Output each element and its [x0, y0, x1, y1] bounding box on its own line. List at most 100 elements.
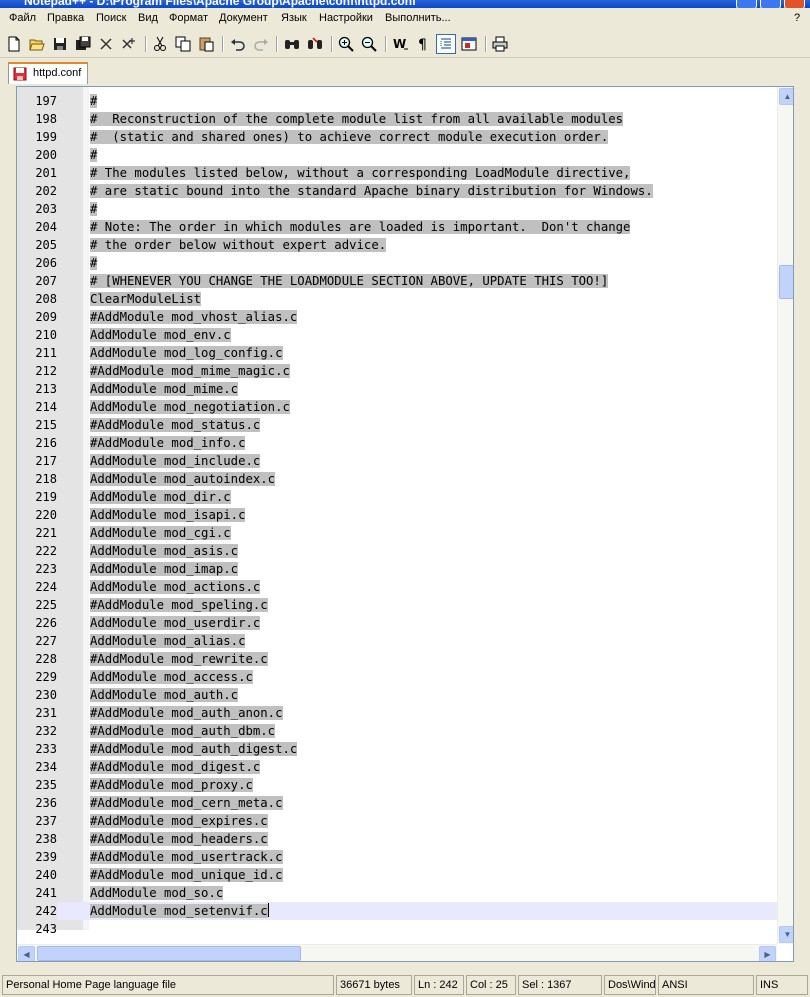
code-line[interactable]: 226 AddModule mod_userdir.c — [17, 614, 777, 632]
code-line[interactable]: 205 # the order below without expert advi… — [17, 236, 777, 254]
code-line[interactable]: 236 #AddModule mod_cern_meta.c — [17, 794, 777, 812]
line-text[interactable]: # — [90, 254, 98, 272]
code-line[interactable]: 202 # are static bound into the standard … — [17, 182, 777, 200]
code-line[interactable]: 233 #AddModule mod_auth_digest.c — [17, 740, 777, 758]
code-line[interactable]: 200 # — [17, 146, 777, 164]
line-text[interactable]: # (static and shared ones) to achieve co… — [90, 128, 609, 146]
redo-icon[interactable] — [251, 34, 271, 54]
line-text[interactable]: #AddModule mod_proxy.c — [90, 776, 253, 794]
undo-icon[interactable] — [228, 34, 248, 54]
code-line[interactable]: 243 — [17, 920, 777, 938]
tab-httpd-conf[interactable]: httpd.conf — [8, 62, 88, 84]
line-text[interactable]: AddModule mod_actions.c — [90, 578, 261, 596]
code-line[interactable]: 211 AddModule mod_log_config.c — [17, 344, 777, 362]
line-text[interactable]: AddModule mod_asis.c — [90, 542, 239, 560]
menu-help[interactable]: ? — [794, 12, 800, 24]
code-line[interactable]: 203 # — [17, 200, 777, 218]
vertical-scroll-thumb[interactable] — [779, 265, 793, 299]
code-line[interactable]: 224 AddModule mod_actions.c — [17, 578, 777, 596]
line-text[interactable]: # Reconstruction of the complete module … — [90, 110, 624, 128]
copy-icon[interactable] — [173, 34, 193, 54]
line-text[interactable]: # — [90, 200, 98, 218]
menu-language[interactable]: Язык — [281, 12, 307, 24]
close-all-icon[interactable] — [119, 34, 139, 54]
line-text[interactable]: AddModule mod_dir.c — [90, 488, 231, 506]
horizontal-scrollbar[interactable]: ◀ ▶ — [17, 944, 777, 961]
new-file-icon[interactable] — [4, 34, 24, 54]
code-line[interactable]: 212 #AddModule mod_mime_magic.c — [17, 362, 777, 380]
menu-edit[interactable]: Правка — [47, 12, 84, 24]
code-line[interactable]: 230 AddModule mod_auth.c — [17, 686, 777, 704]
line-text[interactable]: #AddModule mod_cern_meta.c — [90, 794, 283, 812]
line-text[interactable]: AddModule mod_isapi.c — [90, 506, 246, 524]
code-line[interactable]: 213 AddModule mod_mime.c — [17, 380, 777, 398]
close-icon[interactable] — [96, 34, 116, 54]
line-text[interactable]: #AddModule mod_info.c — [90, 434, 246, 452]
code-line[interactable]: 201 # The modules listed below, without a… — [17, 164, 777, 182]
close-window-button[interactable] — [784, 0, 805, 8]
code-line[interactable]: 234 #AddModule mod_digest.c — [17, 758, 777, 776]
line-text[interactable]: AddModule mod_log_config.c — [90, 344, 283, 362]
line-text[interactable]: # are static bound into the standard Apa… — [90, 182, 653, 200]
code-line[interactable]: 199 # (static and shared ones) to achieve… — [17, 128, 777, 146]
line-text[interactable]: #AddModule mod_expires.c — [90, 812, 268, 830]
print-icon[interactable] — [490, 34, 510, 54]
line-text[interactable]: # — [90, 146, 98, 164]
scroll-left-button[interactable]: ◀ — [18, 946, 35, 961]
code-line[interactable]: 223 AddModule mod_imap.c — [17, 560, 777, 578]
scroll-up-button[interactable]: ▲ — [779, 88, 793, 105]
word-wrap-icon[interactable]: W — [391, 34, 411, 54]
code-line[interactable]: 218 AddModule mod_autoindex.c — [17, 470, 777, 488]
replace-icon[interactable] — [305, 34, 325, 54]
line-text[interactable]: AddModule mod_include.c — [90, 452, 261, 470]
line-text[interactable]: #AddModule mod_digest.c — [90, 758, 261, 776]
menu-settings[interactable]: Настройки — [319, 12, 373, 24]
line-text[interactable]: # The modules listed below, without a co… — [90, 164, 631, 182]
code-line[interactable]: 219 AddModule mod_dir.c — [17, 488, 777, 506]
menu-format[interactable]: Формат — [169, 12, 208, 24]
line-text[interactable]: ClearModuleList — [90, 290, 202, 308]
code-line[interactable]: 225 #AddModule mod_speling.c — [17, 596, 777, 614]
line-text[interactable]: #AddModule mod_rewrite.c — [90, 650, 268, 668]
code-line[interactable]: 240 #AddModule mod_unique_id.c — [17, 866, 777, 884]
code-line[interactable]: 227 AddModule mod_alias.c — [17, 632, 777, 650]
line-text[interactable]: AddModule mod_autoindex.c — [90, 470, 276, 488]
line-text[interactable]: #AddModule mod_auth_dbm.c — [90, 722, 276, 740]
code-line[interactable]: 242 AddModule mod_setenvif.c — [17, 902, 777, 920]
code-line[interactable]: 209 #AddModule mod_vhost_alias.c — [17, 308, 777, 326]
menu-run[interactable]: Выполнить... — [385, 12, 451, 24]
code-line[interactable]: 222 AddModule mod_asis.c — [17, 542, 777, 560]
line-text[interactable]: # [WHENEVER YOU CHANGE THE LOADMODULE SE… — [90, 272, 609, 290]
code-line[interactable]: 235 #AddModule mod_proxy.c — [17, 776, 777, 794]
line-text[interactable]: #AddModule mod_vhost_alias.c — [90, 308, 298, 326]
line-text[interactable]: #AddModule mod_status.c — [90, 416, 261, 434]
menu-file[interactable]: Файл — [9, 12, 36, 24]
line-text[interactable]: AddModule mod_negotiation.c — [90, 398, 290, 416]
line-text[interactable]: AddModule mod_userdir.c — [90, 614, 261, 632]
open-file-icon[interactable] — [27, 34, 47, 54]
vertical-scrollbar[interactable]: ▲ ▼ — [777, 87, 793, 944]
code-line[interactable]: 239 #AddModule mod_usertrack.c — [17, 848, 777, 866]
code-line[interactable]: 220 AddModule mod_isapi.c — [17, 506, 777, 524]
line-text[interactable]: AddModule mod_access.c — [90, 668, 253, 686]
code-line[interactable]: 217 AddModule mod_include.c — [17, 452, 777, 470]
menu-document[interactable]: Документ — [219, 12, 268, 24]
menu-search[interactable]: Поиск — [96, 12, 126, 24]
code-line[interactable]: 214 AddModule mod_negotiation.c — [17, 398, 777, 416]
code-line[interactable]: 231 #AddModule mod_auth_anon.c — [17, 704, 777, 722]
cut-icon[interactable] — [150, 34, 170, 54]
code-lines[interactable]: 197 #198 # Reconstruction of the complete … — [17, 92, 777, 938]
line-text[interactable]: AddModule mod_setenvif.c — [90, 902, 269, 920]
paste-icon[interactable] — [196, 34, 216, 54]
code-line[interactable]: 221 AddModule mod_cgi.c — [17, 524, 777, 542]
save-all-icon[interactable] — [73, 34, 93, 54]
line-text[interactable]: #AddModule mod_headers.c — [90, 830, 268, 848]
line-text[interactable]: #AddModule mod_speling.c — [90, 596, 268, 614]
code-line[interactable]: 198 # Reconstruction of the complete modu… — [17, 110, 777, 128]
line-text[interactable]: AddModule mod_env.c — [90, 326, 231, 344]
code-line[interactable]: 238 #AddModule mod_headers.c — [17, 830, 777, 848]
code-line[interactable]: 207 # [WHENEVER YOU CHANGE THE LOADMODULE… — [17, 272, 777, 290]
find-icon[interactable] — [282, 34, 302, 54]
line-text[interactable]: AddModule mod_auth.c — [90, 686, 239, 704]
code-line[interactable]: 215 #AddModule mod_status.c — [17, 416, 777, 434]
